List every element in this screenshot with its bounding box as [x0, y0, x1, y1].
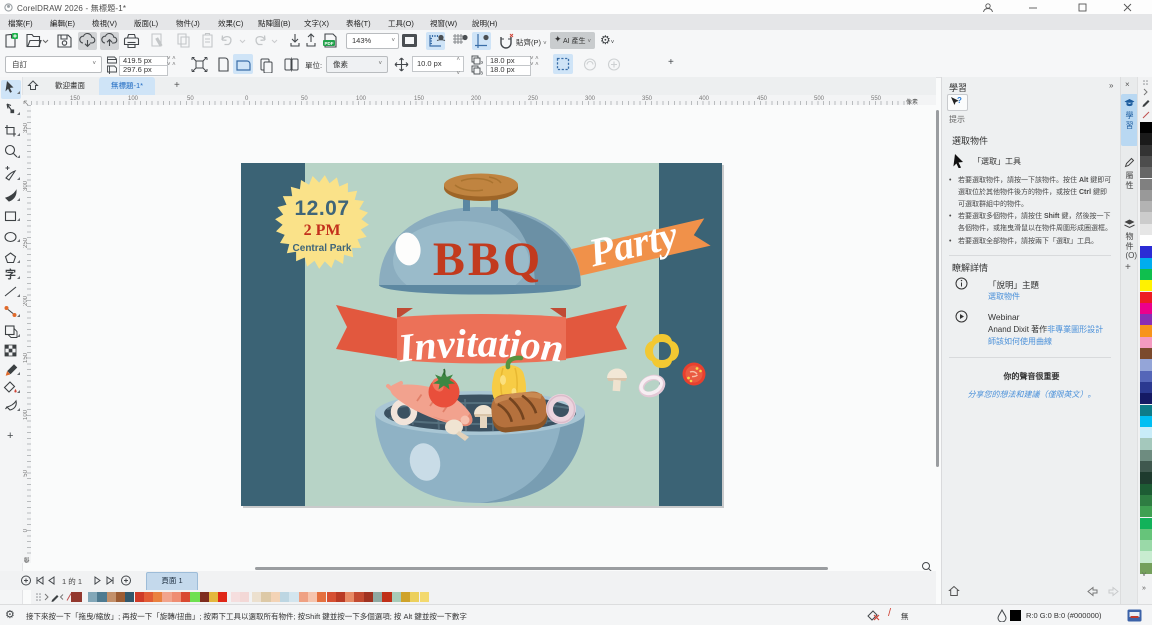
- svg-text:?: ?: [957, 96, 962, 105]
- svg-text:字: 字: [5, 267, 16, 281]
- svg-text:BBQ: BBQ: [433, 233, 543, 286]
- svg-text:y: y: [481, 70, 483, 75]
- svg-text:Central Park: Central Park: [293, 243, 352, 254]
- svg-text:12.07: 12.07: [294, 197, 349, 220]
- svg-text:x: x: [481, 60, 483, 66]
- svg-text:PDF: PDF: [325, 41, 334, 46]
- svg-text:2 PM: 2 PM: [304, 222, 341, 239]
- svg-text:Invitation: Invitation: [395, 320, 566, 371]
- svg-text:+: +: [7, 430, 13, 442]
